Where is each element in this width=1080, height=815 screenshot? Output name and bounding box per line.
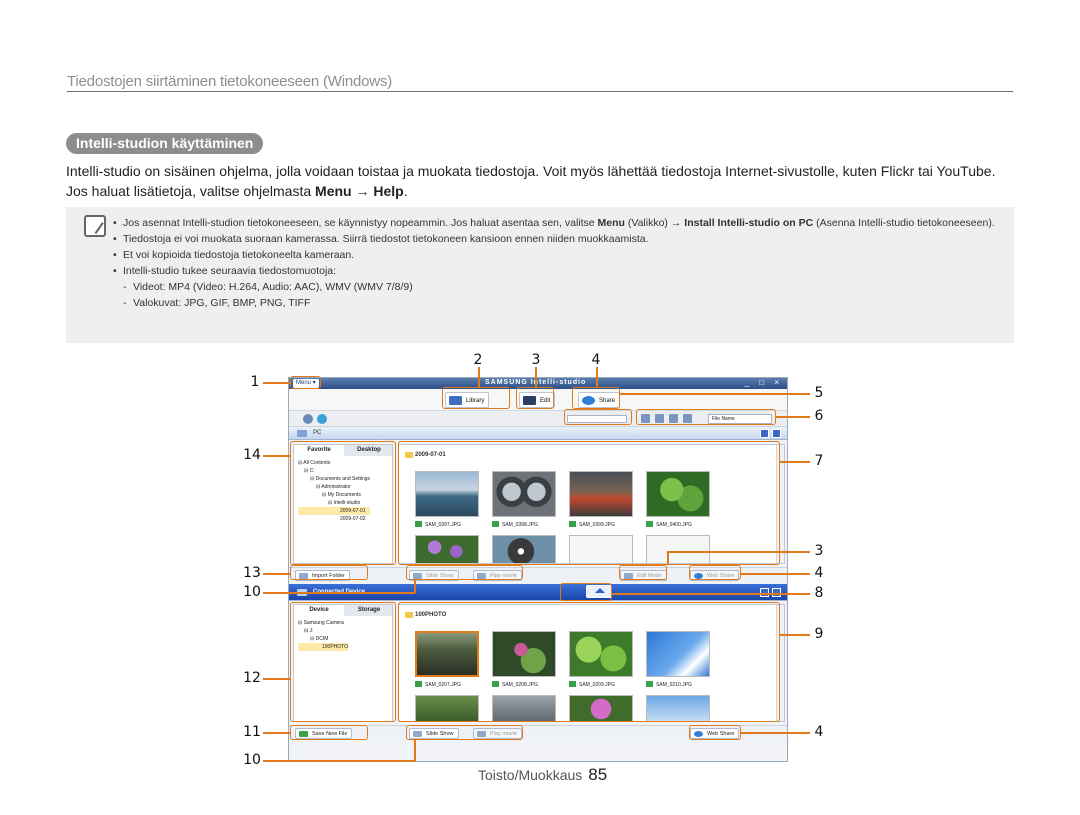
pane-minimize-icon[interactable]: [760, 429, 769, 438]
leader-line: [263, 760, 415, 762]
intro-help: Help: [373, 183, 404, 199]
leader-line: [776, 416, 810, 418]
callout-number: 10: [243, 752, 261, 768]
window-controls[interactable]: _ □ ×: [745, 378, 783, 387]
footer-label: Toisto/Muokkaus: [478, 767, 583, 783]
import-highlight: [290, 565, 368, 580]
leader-line: [263, 678, 290, 680]
leader-line: [741, 573, 810, 575]
pc-grid-highlight: [398, 441, 780, 565]
pane-close-icon[interactable]: [772, 429, 781, 438]
edit-highlight: [516, 387, 554, 409]
pc-webshare-highlight: [689, 565, 741, 580]
note-text: Jos asennat Intelli-studion tietokoneese…: [123, 217, 598, 229]
note-item: Intelli-studio tukee seuraavia tiedostom…: [113, 263, 1008, 279]
callout-number: 3: [814, 543, 824, 559]
note-item: Et voi kopioida tiedostoja tietokoneelta…: [113, 247, 1008, 263]
note-menu: Menu: [597, 217, 625, 229]
edit-mode-highlight: [619, 565, 667, 580]
leader-line: [478, 367, 480, 387]
leader-line: [263, 382, 290, 384]
intro-arrow: →: [351, 183, 374, 199]
leader-line: [263, 592, 415, 594]
pc-pane-header: PC: [289, 427, 787, 440]
share-highlight: [572, 387, 620, 409]
callout-number: 11: [243, 724, 261, 740]
leader-line: [414, 580, 416, 593]
pc-pane-label: PC: [313, 430, 322, 436]
callout-number: 4: [591, 352, 601, 368]
leader-line: [535, 367, 537, 387]
callout-number: 9: [814, 626, 824, 642]
callout-number: 7: [814, 453, 824, 469]
leader-line: [596, 367, 598, 387]
section-title: Intelli-studion käyttäminen: [66, 133, 264, 154]
device-grid-highlight: [398, 602, 780, 722]
library-highlight: [442, 387, 510, 409]
note-install: Install Intelli-studio on PC: [684, 217, 814, 229]
callout-number: 1: [250, 374, 260, 390]
callout-number: 10: [243, 584, 261, 600]
intro-text: Intelli-studio on sisäinen ohjelma, joll…: [66, 163, 996, 199]
device-webshare-highlight: [689, 725, 741, 740]
callout-number: 4: [814, 565, 824, 581]
leader-line: [612, 593, 810, 595]
pc-play-highlight: [406, 565, 523, 580]
intro-menu: Menu: [315, 183, 352, 199]
zoom-highlight: [564, 409, 632, 425]
device-tree-highlight: [290, 602, 396, 722]
page-footer: Toisto/Muokkaus 85: [478, 765, 607, 785]
callout-number: 14: [243, 447, 261, 463]
leader-line: [263, 732, 290, 734]
page-number: 85: [588, 765, 608, 784]
callout-number: 8: [814, 585, 824, 601]
leader-line: [780, 634, 810, 636]
pc-tree-highlight: [290, 441, 396, 565]
leader-line: [414, 740, 416, 761]
header-rule: [67, 91, 1013, 92]
save-highlight: [290, 725, 368, 740]
note-subitem: Valokuvat: JPG, GIF, BMP, PNG, TIFF: [113, 295, 1008, 311]
pc-icon: [297, 430, 307, 437]
page-header: Tiedostojen siirtäminen tietokoneeseen (…: [67, 73, 393, 90]
view-highlight: [636, 409, 776, 425]
callout-number: 13: [243, 565, 261, 581]
callout-number: 2: [473, 352, 483, 368]
note-subitem: Videot: MP4 (Video: H.264, Audio: AAC), …: [113, 279, 1008, 295]
intro-paragraph: Intelli-studio on sisäinen ohjelma, joll…: [66, 161, 1016, 201]
intro-end: .: [403, 183, 408, 199]
note-text: (Valikko) →: [624, 217, 685, 229]
eject-highlight: [560, 583, 612, 601]
callout-number: 5: [814, 385, 824, 401]
callout-number: 4: [814, 724, 824, 740]
leader-line: [263, 573, 290, 575]
menu-highlight: [290, 376, 321, 389]
note-item: Jos asennat Intelli-studion tietokoneese…: [113, 215, 1008, 231]
note-text: (Asenna Intelli-studio tietokoneeseen).: [813, 217, 995, 229]
leader-line: [263, 455, 290, 457]
device-play-highlight: [406, 725, 523, 740]
leader-line: [667, 551, 810, 553]
leader-line: [620, 393, 810, 395]
leader-line: [780, 461, 810, 463]
note-pencil-icon: [84, 215, 106, 237]
print-icon[interactable]: [303, 414, 313, 424]
note-list: Jos asennat Intelli-studion tietokoneese…: [113, 215, 1008, 311]
callout-number: 12: [243, 670, 261, 686]
leader-line: [667, 551, 669, 565]
callout-number: 6: [814, 408, 824, 424]
search-icon[interactable]: [317, 414, 327, 424]
callout-number: 3: [531, 352, 541, 368]
leader-line: [741, 732, 810, 734]
note-item: Tiedostoja ei voi muokata suoraan kamera…: [113, 231, 1008, 247]
